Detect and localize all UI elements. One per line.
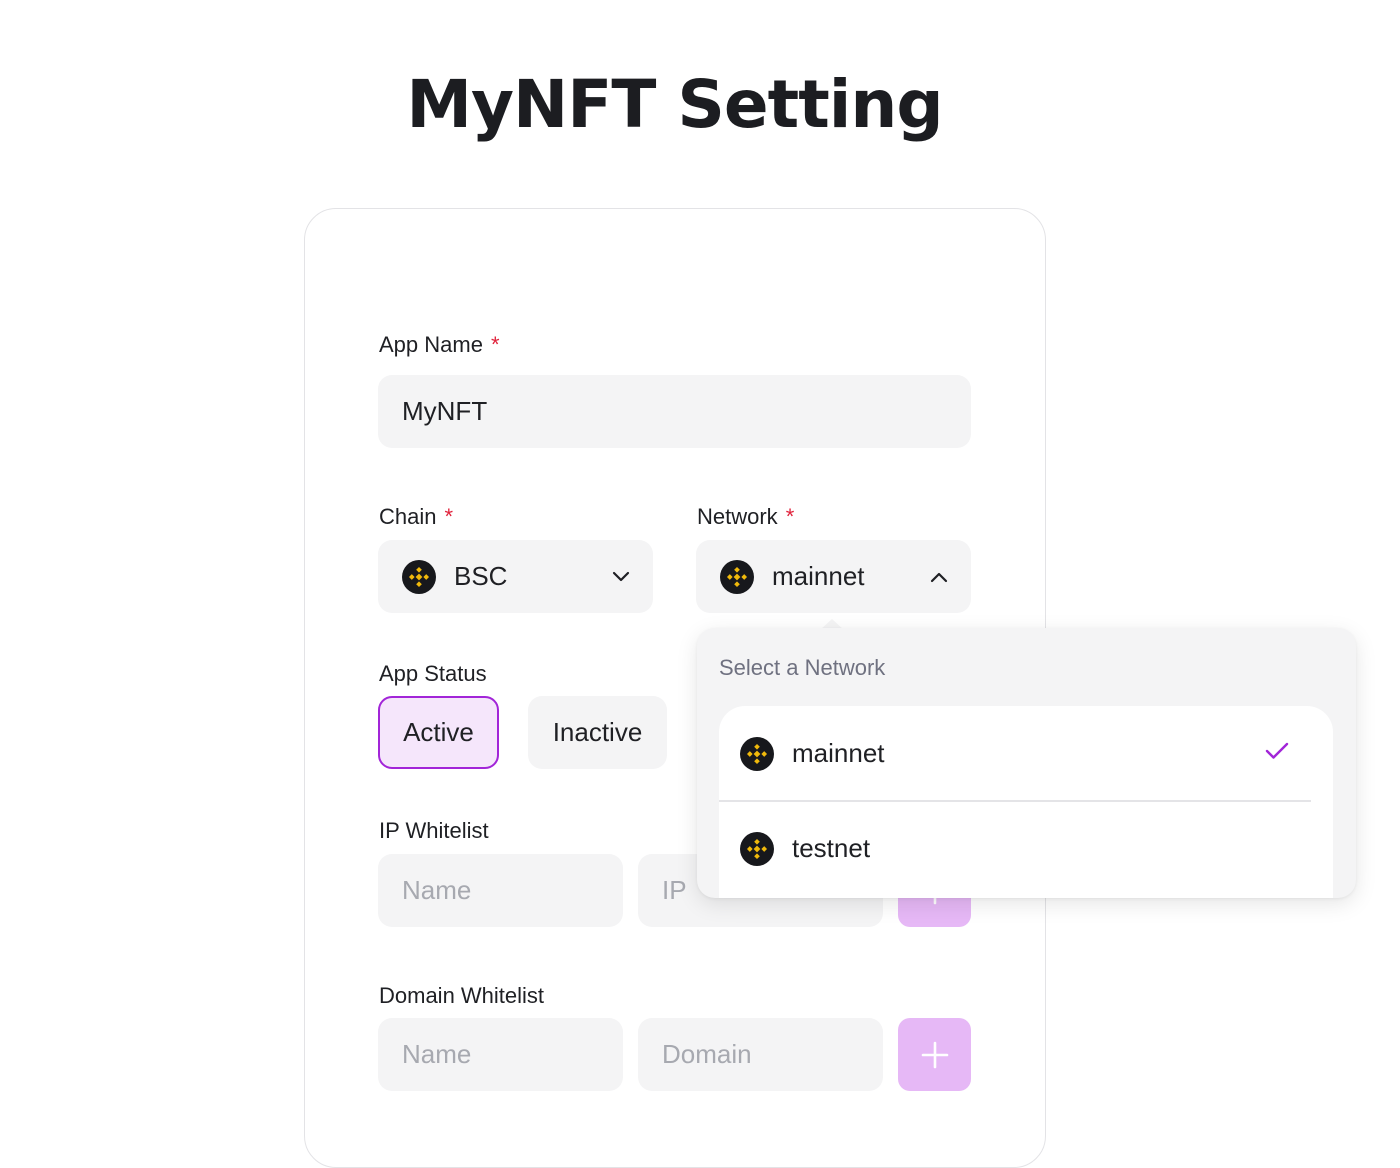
status-active-button[interactable]: Active [378,696,499,769]
check-icon [1265,742,1289,759]
bnb-chain-icon [740,736,774,771]
name-placeholder: Name [402,1039,472,1069]
network-label: Network * [697,504,795,529]
network-value: mainnet [772,561,865,591]
name-placeholder: Name [402,875,472,905]
network-options-list: mainnet testnet [719,706,1333,898]
option-label: mainnet [792,738,885,768]
required-mark: * [490,332,500,357]
bnb-chain-icon [740,831,774,866]
domain-placeholder: Domain [662,1039,752,1069]
status-inactive-button[interactable]: Inactive [528,696,667,769]
add-domain-button[interactable] [898,1018,971,1091]
network-dropdown: Select a Network mainnet testnet [697,628,1356,898]
bnb-chain-icon [402,559,436,594]
chain-select[interactable]: BSC [378,540,653,613]
ip-placeholder: IP [662,875,687,905]
app-name-label: App Name * [379,332,500,357]
ip-whitelist-label: IP Whitelist [379,818,489,843]
ip-whitelist-name-input[interactable]: Name [378,854,623,927]
app-name-input[interactable]: MyNFT [378,375,971,448]
network-option-mainnet[interactable]: mainnet [719,706,1333,801]
option-label: testnet [792,833,871,863]
bnb-chain-icon [720,559,754,594]
app-status-label: App Status [379,661,487,686]
required-mark: * [444,504,454,529]
domain-whitelist-name-input[interactable]: Name [378,1018,623,1091]
domain-whitelist-domain-input[interactable]: Domain [638,1018,883,1091]
page-title: MyNFT Setting [406,66,943,143]
chevron-up-icon [930,572,948,583]
plus-icon [921,1041,948,1068]
chain-label: Chain * [379,504,454,529]
network-option-testnet[interactable]: testnet [719,801,1333,896]
chevron-down-icon [612,571,630,582]
dropdown-title: Select a Network [719,655,886,680]
domain-whitelist-label: Domain Whitelist [379,983,545,1008]
app-name-value: MyNFT [402,396,488,426]
network-select[interactable]: mainnet [696,540,971,613]
chain-value: BSC [454,561,508,591]
required-mark: * [785,504,795,529]
